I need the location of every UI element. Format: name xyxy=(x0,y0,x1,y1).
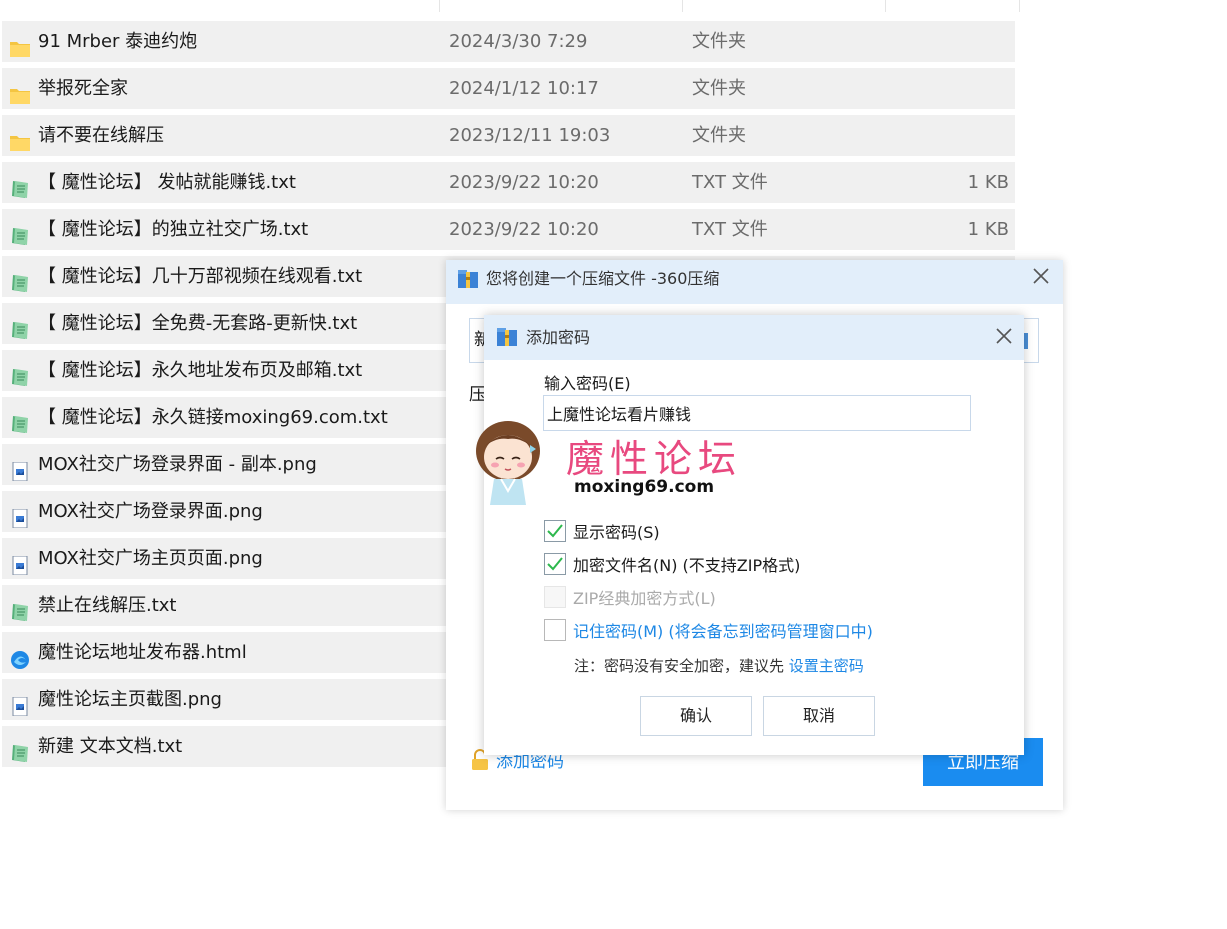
file-type: 文件夹 xyxy=(692,125,746,146)
close-icon[interactable] xyxy=(1029,264,1053,288)
close-icon[interactable] xyxy=(992,324,1016,348)
zip-classic-encryption-label: ZIP经典加密方式(L) xyxy=(573,589,716,608)
archive-icon xyxy=(458,270,478,288)
file-row[interactable]: 举报死全家 2024/1/12 10:17 文件夹 xyxy=(2,68,1015,109)
file-name: 魔性论坛地址发布器.html xyxy=(38,642,247,663)
folder-icon xyxy=(9,32,31,57)
checkmark-icon xyxy=(547,524,563,538)
file-name: 请不要在线解压 xyxy=(38,125,164,146)
column-divider[interactable] xyxy=(885,0,886,12)
file-name: MOX社交广场登录界面.png xyxy=(38,501,263,522)
file-type: TXT 文件 xyxy=(692,219,768,240)
remember-password-label[interactable]: 记住密码(M) (将会备忘到密码管理窗口中) xyxy=(573,618,873,642)
file-name: 91 Mrber 泰迪约炮 xyxy=(38,31,198,52)
column-divider[interactable] xyxy=(1019,0,1020,12)
file-name: 【 魔性论坛】永久地址发布页及邮箱.txt xyxy=(38,360,363,381)
confirm-button[interactable]: 确认 xyxy=(640,696,752,736)
add-password-title: 添加密码 xyxy=(526,328,591,347)
file-name: 【 魔性论坛】永久链接moxing69.com.txt xyxy=(38,407,388,428)
checkmark-icon xyxy=(547,557,563,571)
encrypt-filenames-checkbox[interactable] xyxy=(544,553,566,575)
cancel-button[interactable]: 取消 xyxy=(763,696,875,736)
column-header-strip xyxy=(0,0,1020,12)
show-password-option[interactable]: 显示密码(S) xyxy=(544,519,660,543)
text-file-icon xyxy=(9,173,31,198)
text-file-icon xyxy=(9,737,31,762)
remember-password-checkbox[interactable] xyxy=(544,619,566,641)
text-file-icon xyxy=(9,361,31,386)
brand-url: moxing69.com xyxy=(574,477,715,497)
mascot-girl-image xyxy=(476,421,540,505)
remember-password-option[interactable]: 记住密码(M) (将会备忘到密码管理窗口中) xyxy=(544,618,873,642)
text-file-icon xyxy=(9,314,31,339)
file-name: 魔性论坛主页截图.png xyxy=(38,689,222,710)
zip-classic-encryption-checkbox xyxy=(544,586,566,608)
brand-title: 魔性论坛 xyxy=(566,437,743,481)
html-file-icon xyxy=(9,643,31,669)
file-date: 2023/12/11 19:03 xyxy=(449,125,611,146)
encrypt-filenames-label: 加密文件名(N) (不支持ZIP格式) xyxy=(573,556,801,575)
file-date: 2024/1/12 10:17 xyxy=(449,78,599,99)
file-name: MOX社交广场主页页面.png xyxy=(38,548,263,569)
compress-dialog-titlebar[interactable]: 您将创建一个压缩文件 -360压缩 xyxy=(446,260,1063,304)
password-input[interactable] xyxy=(543,395,971,431)
image-file-icon xyxy=(9,690,31,717)
file-name: MOX社交广场登录界面 - 副本.png xyxy=(38,454,317,475)
file-row[interactable]: 【 魔性论坛】 发帖就能赚钱.txt 2023/9/22 10:20 TXT 文件 1… xyxy=(2,162,1015,203)
add-password-dialog: 添加密码 输入密码(E) 魔性论坛 moxing69.com 显示密码(S) xyxy=(476,315,1024,755)
file-row[interactable]: 请不要在线解压 2023/12/11 19:03 文件夹 xyxy=(2,115,1015,156)
set-master-password-link[interactable]: 设置主密码 xyxy=(789,657,864,675)
show-password-label: 显示密码(S) xyxy=(573,523,660,542)
file-name: 【 魔性论坛】的独立社交广场.txt xyxy=(38,219,309,240)
file-date: 2023/9/22 10:20 xyxy=(449,172,599,193)
compress-dialog-title: 您将创建一个压缩文件 -360压缩 xyxy=(486,269,720,288)
file-name: 禁止在线解压.txt xyxy=(38,595,177,616)
text-file-icon xyxy=(9,596,31,621)
image-file-icon xyxy=(9,549,31,576)
security-note: 注：密码没有安全加密，建议先 设置主密码 xyxy=(574,655,864,676)
file-name: 【 魔性论坛】几十万部视频在线观看.txt xyxy=(38,266,363,287)
text-file-icon xyxy=(9,267,31,292)
file-type: 文件夹 xyxy=(692,31,746,52)
file-date: 2024/3/30 7:29 xyxy=(449,31,588,52)
folder-icon xyxy=(9,79,31,104)
image-file-icon xyxy=(9,502,31,529)
encrypt-filenames-option[interactable]: 加密文件名(N) (不支持ZIP格式) xyxy=(544,552,800,576)
zip-classic-encryption-option: ZIP经典加密方式(L) xyxy=(544,585,716,609)
file-name: 新建 文本文档.txt xyxy=(38,736,183,757)
file-name: 【 魔性论坛】全免费-无套路-更新快.txt xyxy=(38,313,358,334)
archive-icon xyxy=(497,328,517,346)
file-size: 1 KB xyxy=(967,172,1009,193)
security-note-text: 注：密码没有安全加密，建议先 xyxy=(574,657,785,675)
file-date: 2023/9/22 10:20 xyxy=(449,219,599,240)
image-file-icon xyxy=(9,455,31,482)
column-divider[interactable] xyxy=(439,0,440,12)
password-label: 输入密码(E) xyxy=(544,374,631,393)
file-name: 【 魔性论坛】 发帖就能赚钱.txt xyxy=(38,172,296,193)
column-divider[interactable] xyxy=(682,0,683,12)
file-size: 1 KB xyxy=(967,219,1009,240)
show-password-checkbox[interactable] xyxy=(544,520,566,542)
text-file-icon xyxy=(9,408,31,433)
folder-icon xyxy=(9,126,31,151)
file-type: 文件夹 xyxy=(692,78,746,99)
text-file-icon xyxy=(9,220,31,245)
file-row[interactable]: 91 Mrber 泰迪约炮 2024/3/30 7:29 文件夹 xyxy=(2,21,1015,62)
file-name: 举报死全家 xyxy=(38,78,128,99)
file-type: TXT 文件 xyxy=(692,172,768,193)
add-password-titlebar[interactable]: 添加密码 xyxy=(484,315,1024,360)
file-row[interactable]: 【 魔性论坛】的独立社交广场.txt 2023/9/22 10:20 TXT 文件 1… xyxy=(2,209,1015,250)
